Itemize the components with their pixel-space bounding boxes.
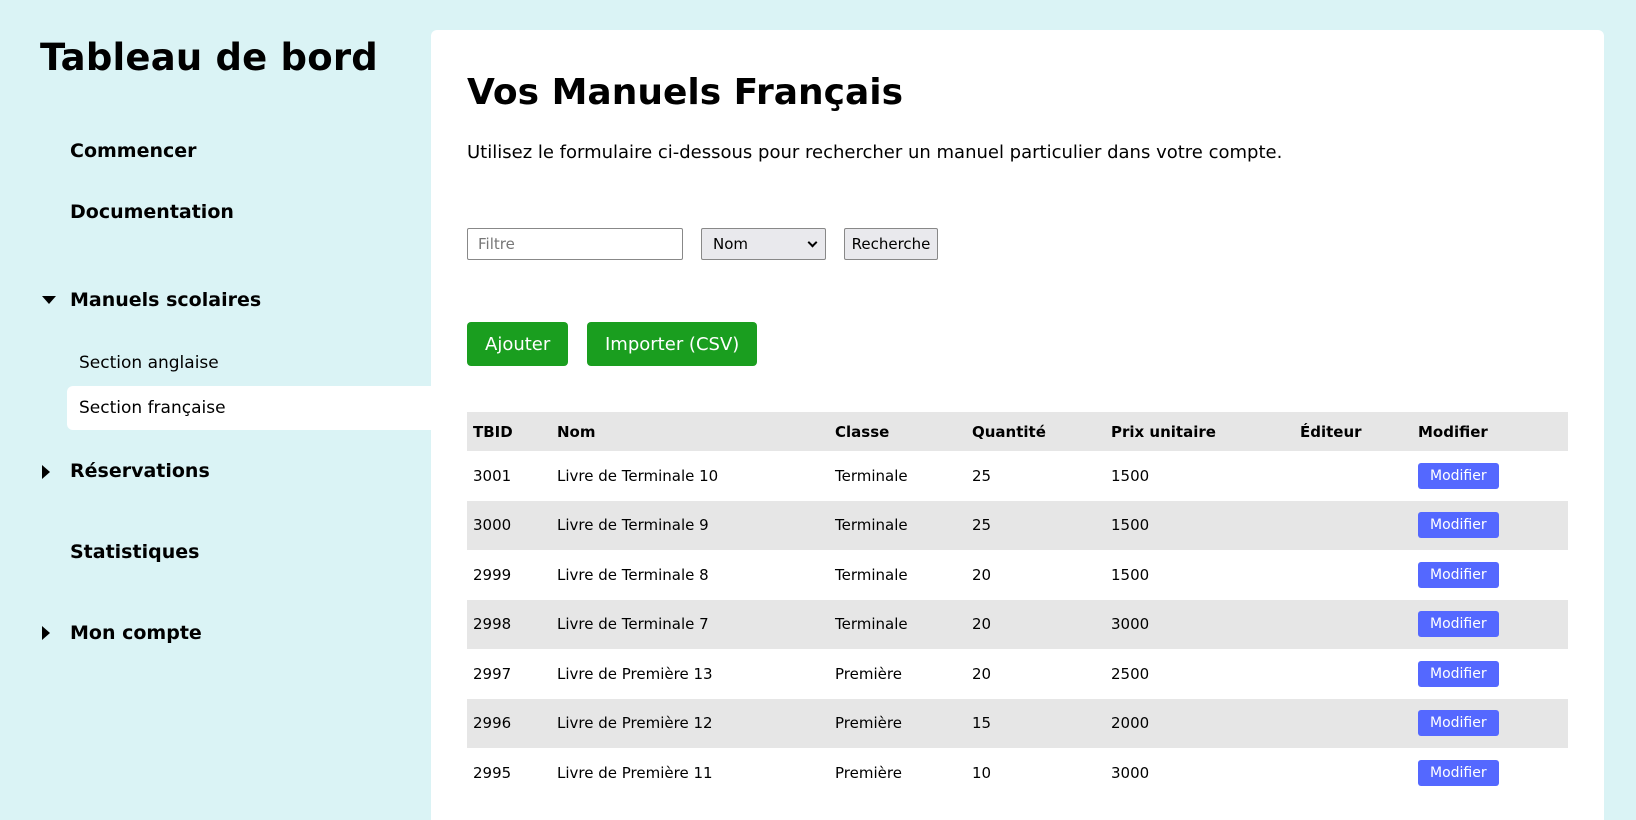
chevron-down-icon [807,237,818,248]
table-row: 2995 Livre de Première 11 Première 10 30… [467,748,1568,798]
page-title: Vos Manuels Français [467,72,904,113]
edit-button[interactable]: Modifier [1418,611,1499,638]
column-header-modifier: Modifier [1418,422,1488,441]
caret-right-icon[interactable] [42,465,50,479]
cell-editeur [1294,699,1412,749]
cell-nom: Livre de Terminale 7 [557,615,709,634]
dashboard-title: Tableau de bord [40,36,378,79]
edit-button[interactable]: Modifier [1418,462,1499,489]
cell-classe: Terminale [835,466,908,485]
table-row: 2997 Livre de Première 13 Première 20 25… [467,649,1568,699]
nav-item-reservations[interactable]: Réservations [70,460,210,482]
cell-prix-unitaire: 1500 [1111,466,1150,485]
cell-nom: Livre de Terminale 9 [557,516,709,535]
cell-nom: Livre de Première 13 [557,664,713,683]
cell-prix-unitaire: 3000 [1111,763,1150,782]
column-header-quantite: Quantité [972,422,1046,441]
cell-prix-unitaire: 2500 [1111,664,1150,683]
cell-tbid: 2996 [473,714,512,733]
cell-tbid: 2995 [473,763,512,782]
cell-editeur [1294,600,1412,650]
filter-input[interactable] [467,228,683,260]
main-panel: Vos Manuels Français Utilisez le formula… [431,30,1604,820]
cell-quantite: 25 [972,516,992,535]
cell-prix-unitaire: 1500 [1111,565,1150,584]
cell-editeur [1294,451,1412,501]
nav-item-commencer[interactable]: Commencer [70,140,197,162]
cell-nom: Livre de Première 11 [557,763,713,782]
cell-classe: Première [835,664,902,683]
sidebar: Tableau de bord Commencer Documentation … [0,0,431,790]
cell-tbid: 2998 [473,615,512,634]
edit-button[interactable]: Modifier [1418,660,1499,687]
cell-nom: Livre de Première 12 [557,714,713,733]
cell-tbid: 3001 [473,466,512,485]
search-button[interactable]: Recherche [844,228,938,260]
sidebar-subitem-section-anglaise[interactable]: Section anglaise [67,341,431,385]
column-header-prix-unitaire: Prix unitaire [1111,422,1216,441]
table-row: 2998 Livre de Terminale 7 Terminale 20 3… [467,599,1568,650]
cell-editeur [1294,649,1412,699]
cell-nom: Livre de Terminale 8 [557,565,709,584]
caret-right-icon[interactable] [42,626,50,640]
filter-field-select[interactable]: Nom [701,228,826,260]
cell-classe: Première [835,714,902,733]
edit-button[interactable]: Modifier [1418,512,1499,539]
cell-quantite: 15 [972,714,992,733]
cell-tbid: 2999 [473,565,512,584]
cell-editeur [1294,501,1412,551]
cell-quantite: 20 [972,565,992,584]
table-row: 2996 Livre de Première 12 Première 15 20… [467,698,1568,749]
cell-quantite: 20 [972,615,992,634]
cell-classe: Terminale [835,565,908,584]
add-button[interactable]: Ajouter [467,322,569,366]
table-row: 3000 Livre de Terminale 9 Terminale 25 1… [467,500,1568,551]
nav-item-documentation[interactable]: Documentation [70,201,234,223]
nav-item-statistiques[interactable]: Statistiques [70,541,199,563]
cell-classe: Terminale [835,615,908,634]
edit-button[interactable]: Modifier [1418,561,1499,588]
column-header-nom: Nom [557,422,596,441]
caret-down-icon[interactable] [42,296,56,304]
cell-classe: Terminale [835,516,908,535]
cell-prix-unitaire: 2000 [1111,714,1150,733]
cell-editeur [1294,748,1412,798]
edit-button[interactable]: Modifier [1418,759,1499,786]
import-csv-button[interactable]: Importer (CSV) [587,322,758,366]
cell-nom: Livre de Terminale 10 [557,466,719,485]
page-description: Utilisez le formulaire ci-dessous pour r… [467,142,1283,163]
edit-button[interactable]: Modifier [1418,710,1499,737]
cell-tbid: 3000 [473,516,512,535]
cell-classe: Première [835,763,902,782]
cell-quantite: 20 [972,664,992,683]
nav-item-manuels-scolaires[interactable]: Manuels scolaires [70,289,261,311]
cell-quantite: 25 [972,466,992,485]
cell-prix-unitaire: 3000 [1111,615,1150,634]
filter-field-select-value: Nom [713,235,749,253]
table-header-row: TBID Nom Classe Quantité Prix unitaire É… [467,412,1568,451]
sidebar-subitem-section-francaise[interactable]: Section française [67,386,431,430]
column-header-tbid: TBID [473,422,513,441]
table-row: 2999 Livre de Terminale 8 Terminale 20 1… [467,550,1568,600]
nav-item-mon-compte[interactable]: Mon compte [70,622,202,644]
cell-tbid: 2997 [473,664,512,683]
column-header-classe: Classe [835,422,890,441]
table-row: 3001 Livre de Terminale 10 Terminale 25 … [467,451,1568,501]
textbooks-table: TBID Nom Classe Quantité Prix unitaire É… [467,412,1568,798]
cell-prix-unitaire: 1500 [1111,516,1150,535]
cell-quantite: 10 [972,763,992,782]
cell-editeur [1294,550,1412,600]
column-header-editeur: Éditeur [1300,422,1362,441]
